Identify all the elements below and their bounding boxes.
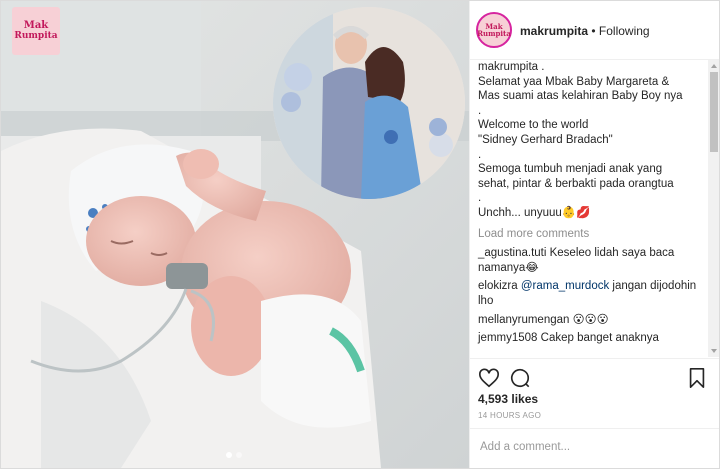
scrollbar-thumb[interactable]	[710, 72, 718, 152]
brand-logo: Mak Rumpita	[12, 7, 60, 55]
comments-list[interactable]: makrumpita . Selamat yaa Mbak Baby Marga…	[470, 60, 714, 357]
likes-count[interactable]: 4,593 likes	[478, 392, 538, 406]
couple-illustration	[273, 7, 465, 199]
header-user-info: makrumpita • Following	[520, 24, 650, 38]
carousel-dot[interactable]	[236, 452, 242, 458]
header-separator: •	[588, 24, 599, 38]
comment-username[interactable]: elokizra	[478, 280, 518, 292]
add-comment-input[interactable]	[478, 440, 702, 454]
comment-username[interactable]: jemmy1508	[478, 332, 537, 344]
carousel-dot-active[interactable]	[226, 452, 232, 458]
caption-line: Semoga tumbuh menjadi anak yang	[478, 163, 663, 176]
header-username[interactable]: makrumpita	[520, 24, 588, 38]
logo-line-1: Mak	[23, 20, 49, 31]
heart-icon[interactable]	[478, 367, 500, 389]
profile-avatar[interactable]: Mak Rumpita	[476, 12, 512, 48]
caption-line: Selamat yaa Mbak Baby Margareta &	[478, 75, 670, 88]
comments-scrollbar[interactable]	[708, 60, 719, 357]
carousel-dots[interactable]	[226, 452, 242, 458]
post-header: Mak Rumpita makrumpita • Following	[470, 1, 719, 60]
caption-line: Welcome to the world	[478, 119, 589, 132]
caption-line: Unchh... unyuuu👶💋	[478, 206, 591, 219]
load-more-comments-button[interactable]: Load more comments	[478, 227, 714, 242]
follow-status-button[interactable]: Following	[599, 24, 650, 38]
post-caption: makrumpita . Selamat yaa Mbak Baby Marga…	[478, 60, 714, 221]
comment-text: Cakep banget anaknya	[537, 332, 659, 345]
caption-line: .	[478, 104, 482, 117]
caption-line: sehat, pintar & berbakti pada orangtua	[478, 177, 674, 190]
caption-username[interactable]: makrumpita .	[478, 60, 714, 75]
post-sidebar: Mak Rumpita makrumpita • Following makru…	[469, 1, 719, 468]
caption-line: "Sidney Gerhard Bradach"	[478, 133, 613, 146]
comment-text: 😮😮😮	[569, 313, 609, 326]
comment-mention-link[interactable]: @rama_murdock	[521, 280, 609, 292]
comment-item: mellanyrumengan 😮😮😮	[478, 313, 714, 328]
add-comment-bar	[470, 428, 719, 468]
couple-photo-inset	[273, 7, 465, 199]
logo-line-2: Rumpita	[14, 31, 58, 41]
post-photo[interactable]: Mak Rumpita	[1, 1, 469, 468]
comment-item: elokizra @rama_murdock jangan dijodohin …	[478, 279, 714, 308]
comment-item: jemmy1508 Cakep banget anaknya	[478, 331, 714, 346]
avatar-line-2: Rumpita	[477, 29, 511, 38]
comment-username[interactable]: mellanyrumengan	[478, 314, 569, 326]
caption-line: Mas suami atas kelahiran Baby Boy nya	[478, 90, 683, 103]
post-timestamp: 14 HOURS AGO	[478, 411, 542, 420]
comment-username[interactable]: _agustina.tuti	[478, 247, 546, 259]
scroll-down-arrow[interactable]	[711, 349, 717, 353]
scroll-up-arrow[interactable]	[711, 64, 717, 68]
bookmark-icon[interactable]	[686, 367, 708, 389]
post-modal: Mak Rumpita Mak Rumpita makrumpita • Fol…	[0, 0, 720, 469]
caption-line: .	[478, 148, 482, 161]
comment-item: _agustina.tuti Keseleo lidah saya baca n…	[478, 246, 714, 275]
post-actions: 4,593 likes 14 HOURS AGO	[470, 358, 719, 429]
comment-icon[interactable]	[509, 367, 531, 389]
caption-line: .	[478, 192, 482, 205]
